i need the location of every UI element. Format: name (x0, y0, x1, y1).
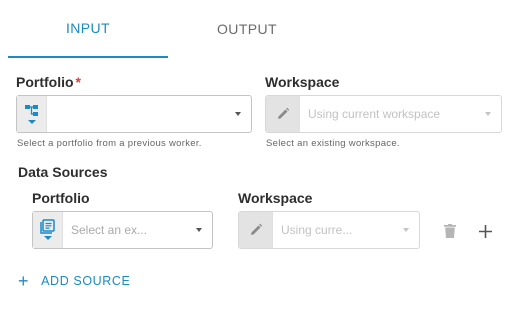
plus-icon (478, 224, 492, 238)
source-portfolio-icon-button[interactable] (33, 212, 63, 248)
workspace-placeholder: Using current workspace (308, 107, 441, 121)
pencil-icon (250, 223, 262, 235)
source-portfolio-placeholder: Select an ex... (71, 223, 148, 237)
hierarchy-icon (24, 104, 38, 116)
list-icon (40, 219, 55, 234)
workspace-select[interactable]: Using current workspace (265, 95, 502, 133)
source-workspace-placeholder: Using curre... (281, 223, 353, 237)
tab-output[interactable]: OUTPUT (167, 0, 327, 58)
source-portfolio-select[interactable]: Select an ex... (32, 211, 213, 249)
tab-output-label: OUTPUT (217, 21, 277, 37)
portfolio-label: Portfolio * (16, 74, 81, 90)
chevron-down-icon (27, 119, 36, 124)
pencil-icon (277, 107, 289, 119)
source-portfolio-dropdown-arrow[interactable] (186, 228, 212, 232)
tab-input-label: INPUT (66, 20, 110, 36)
chevron-down-icon (43, 236, 52, 240)
tab-input[interactable]: INPUT (8, 0, 168, 58)
portfolio-dropdown-arrow[interactable] (225, 112, 251, 116)
trash-icon (444, 224, 456, 238)
portfolio-select[interactable] (16, 95, 252, 133)
required-mark: * (75, 74, 81, 90)
portfolio-helper: Select a portfolio from a previous worke… (17, 138, 202, 149)
tab-bar: INPUT OUTPUT (8, 0, 508, 58)
add-source-button[interactable]: + ADD SOURCE (18, 270, 130, 292)
portfolio-icon-button[interactable] (17, 96, 47, 132)
workspace-dropdown-arrow[interactable] (475, 112, 501, 116)
source-workspace-label: Workspace (238, 190, 313, 206)
workspace-edit-button[interactable] (266, 96, 300, 132)
plus-icon: + (18, 271, 30, 291)
source-portfolio-label: Portfolio (32, 190, 90, 206)
data-sources-title: Data Sources (18, 164, 108, 180)
source-workspace-edit-button[interactable] (239, 212, 273, 248)
workspace-helper: Select an existing workspace. (266, 138, 400, 149)
add-source-label: ADD SOURCE (41, 274, 131, 288)
add-row-button[interactable] (475, 220, 495, 242)
source-workspace-select[interactable]: Using curre... (238, 211, 420, 249)
delete-source-button[interactable] (440, 220, 460, 242)
source-workspace-dropdown-arrow[interactable] (393, 228, 419, 232)
workspace-label: Workspace (265, 74, 340, 90)
